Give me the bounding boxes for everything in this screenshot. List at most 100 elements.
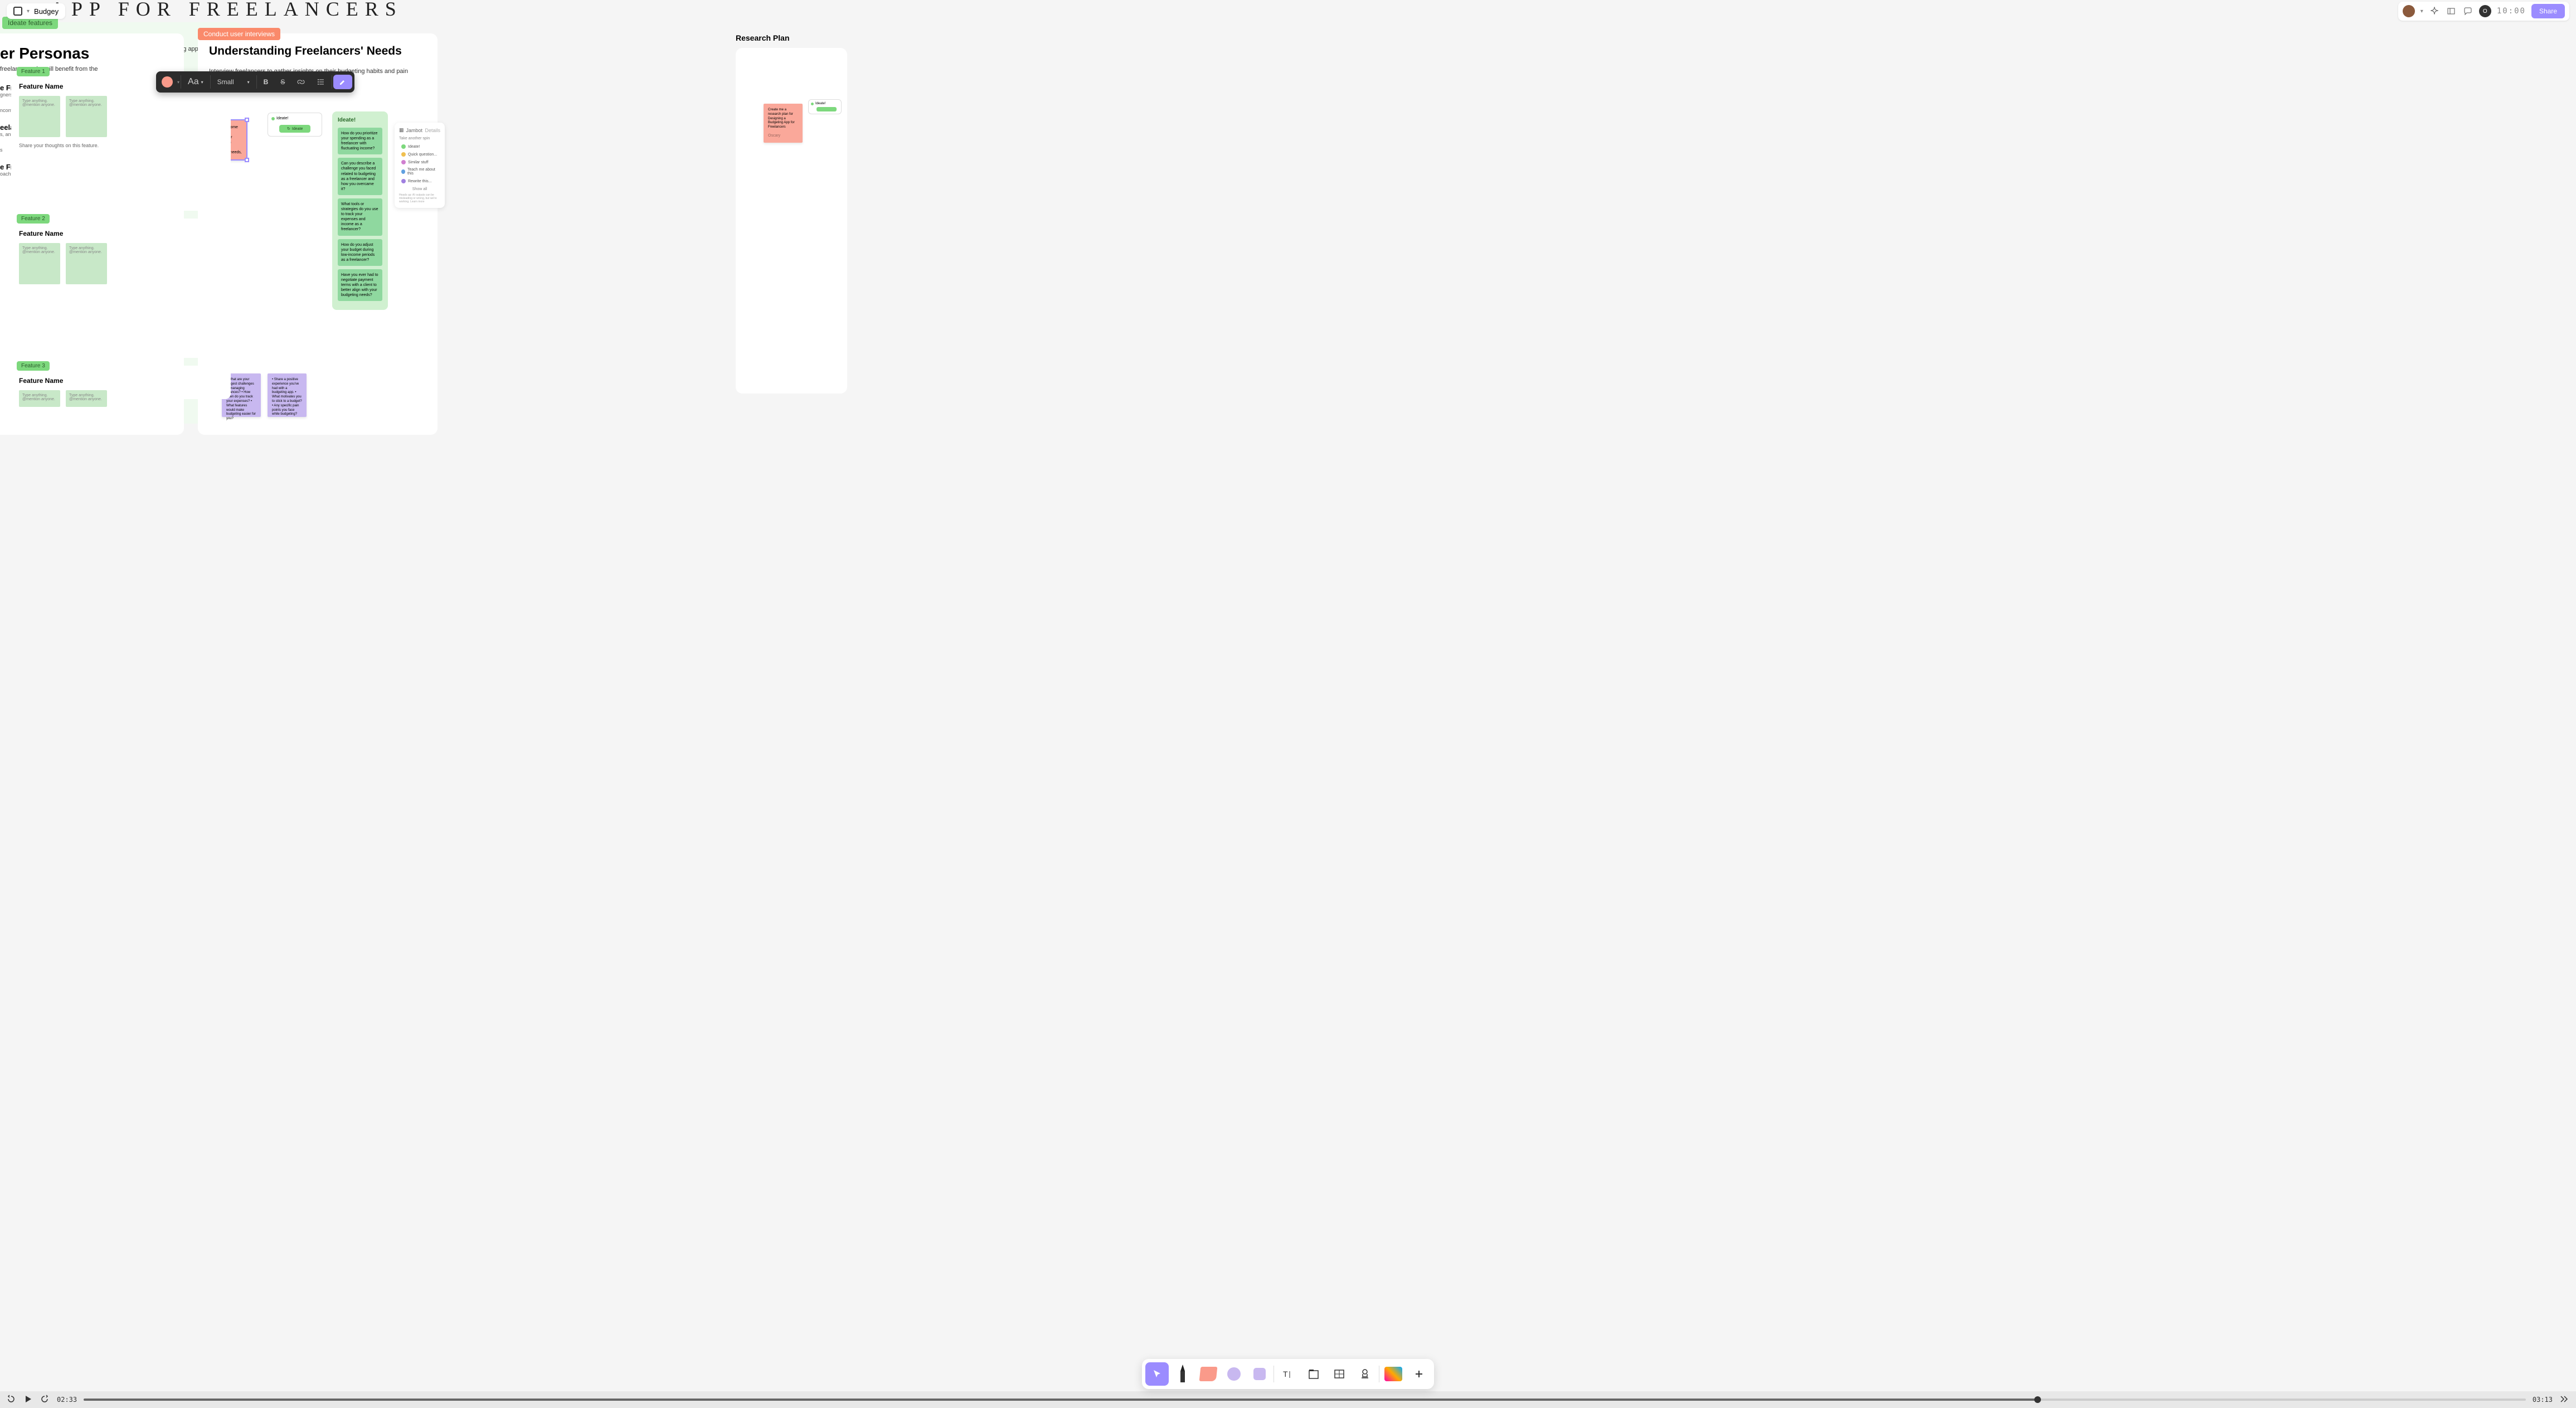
project-selector[interactable]: ▾ Budgey <box>7 3 65 19</box>
share-button[interactable]: Share <box>2531 4 2565 18</box>
color-dot-icon <box>401 169 405 174</box>
jambot-action[interactable]: Quick question... <box>399 150 440 158</box>
ideate-button[interactable] <box>816 107 837 111</box>
list-button[interactable] <box>312 75 330 89</box>
ideate-action-card[interactable]: Ideate! ↻ Ideate <box>268 113 322 137</box>
font-size-selector[interactable]: Small ▾ <box>212 75 255 89</box>
feature-sticky[interactable]: Type anything. @mention anyone. <box>19 96 60 137</box>
shape-tool-square[interactable] <box>1248 1362 1271 1386</box>
ideate-results-card[interactable]: Ideate! How do you prioritize your spend… <box>332 111 388 310</box>
ideate-card-title: Ideate! <box>338 117 382 123</box>
feature-name[interactable]: Feature Name <box>19 230 223 237</box>
feature-sticky[interactable]: Type anything. @mention anyone. <box>66 243 107 284</box>
bold-button[interactable]: B <box>258 75 274 89</box>
color-dot-icon <box>401 144 406 149</box>
resize-handle-se[interactable] <box>245 158 249 162</box>
forward-button[interactable] <box>40 1395 50 1405</box>
link-button[interactable] <box>291 75 310 89</box>
resize-handle-ne[interactable] <box>245 118 249 122</box>
feature-card[interactable]: Feature 2 Feature Name Type anything. @m… <box>11 219 231 358</box>
circle-shape-icon <box>1227 1367 1241 1381</box>
sticky-tool[interactable] <box>1197 1362 1220 1386</box>
sparkle-icon[interactable] <box>2429 6 2440 17</box>
ideate-action-card[interactable]: Ideate! <box>808 99 842 114</box>
figjam-logo-icon <box>13 7 22 16</box>
feature-card[interactable]: Feature 3 Feature Name Type anything. @m… <box>11 366 231 399</box>
font-style-selector[interactable]: Aa ▾ <box>182 74 209 90</box>
shape-tool[interactable] <box>1222 1362 1246 1386</box>
jambot-title: Jambot <box>406 128 423 133</box>
jambot-disclaimer: Heads up: AI outputs can be misleading o… <box>399 193 440 203</box>
strikethrough-button[interactable]: S <box>275 75 290 89</box>
comment-icon[interactable] <box>2462 6 2473 17</box>
separator <box>210 75 211 89</box>
chevron-down-icon: ▾ <box>201 80 203 85</box>
jambot-action[interactable]: Teach me about this <box>399 166 440 177</box>
sticky-text: Create me a research plan for Designing … <box>768 108 798 130</box>
dot-icon <box>811 103 814 105</box>
jambot-subtitle: Take another spin <box>399 137 440 140</box>
more-tools[interactable] <box>1407 1362 1431 1386</box>
avatar[interactable] <box>2403 5 2415 17</box>
size-value: Small <box>217 78 234 86</box>
feature-sticky[interactable]: Type anything. @mention anyone. <box>66 96 107 137</box>
jambot-action-label: Quick question... <box>408 153 437 157</box>
chevron-down-icon: ▾ <box>27 8 30 14</box>
feature-name[interactable]: Feature Name <box>19 377 223 385</box>
progress-thumb[interactable] <box>2034 1396 2041 1403</box>
chevron-down-icon: ▾ <box>247 80 250 85</box>
jambot-icon: ▦ <box>399 127 404 133</box>
feature-sticky[interactable]: Type anything. @mention anyone. <box>66 390 107 407</box>
ideate-btn-text: Ideate <box>292 127 303 131</box>
user-avatar-2[interactable]: O <box>2479 5 2491 17</box>
skip-button[interactable] <box>2559 1395 2569 1405</box>
personas-heading: er Personas <box>0 45 173 62</box>
feature-sticky[interactable]: Type anything. @mention anyone. <box>19 243 60 284</box>
timer-display[interactable]: 10:00 <box>2497 7 2526 16</box>
rewind-button[interactable] <box>7 1395 17 1405</box>
ideate-button[interactable]: ↻ Ideate <box>279 125 310 133</box>
show-all-link[interactable]: Show all <box>399 187 440 191</box>
research-section: Research Plan Create me a research plan … <box>736 33 847 394</box>
widgets-icon <box>1384 1367 1402 1381</box>
jambot-action[interactable]: Ideate! <box>399 143 440 150</box>
sticky-note[interactable]: Create me a research plan for Designing … <box>764 104 803 143</box>
idea-item[interactable]: Have you ever had to negotiate payment t… <box>338 269 382 301</box>
stamp-tool[interactable] <box>1353 1362 1377 1386</box>
highlight-button[interactable] <box>333 75 352 89</box>
feature-sticky[interactable]: Type anything. @mention anyone. <box>19 390 60 407</box>
table-tool[interactable] <box>1328 1362 1351 1386</box>
jambot-details-link[interactable]: Details <box>425 128 440 133</box>
idea-item[interactable]: What tools or strategies do you use to t… <box>338 198 382 236</box>
text-tool[interactable]: T <box>1276 1362 1300 1386</box>
progress-track[interactable] <box>84 1399 2526 1401</box>
cursor-tool[interactable] <box>1145 1362 1169 1386</box>
color-swatch[interactable] <box>162 76 173 88</box>
project-name: Budgey <box>34 7 59 16</box>
topbar-right: ▾ O 10:00 Share <box>2398 2 2569 21</box>
section-tag[interactable]: Conduct user interviews <box>198 28 280 40</box>
canvas[interactable]: er Personas freelancers who will benefit… <box>0 22 2576 1391</box>
separator <box>256 75 257 89</box>
jambot-action[interactable]: Similar stuff <box>399 158 440 166</box>
progress-fill <box>84 1399 2037 1401</box>
idea-item[interactable]: Can you describe a challenge you faced r… <box>338 158 382 195</box>
jambot-action[interactable]: Rewrite this... <box>399 177 440 185</box>
idea-item[interactable]: How do you prioritize your spending as a… <box>338 128 382 154</box>
play-button[interactable] <box>23 1395 33 1405</box>
refresh-icon: ↻ <box>287 127 290 131</box>
chevron-down-icon[interactable]: ▾ <box>177 80 179 85</box>
widgets-tool[interactable] <box>1382 1362 1405 1386</box>
section-tool[interactable] <box>1302 1362 1325 1386</box>
color-dot-icon <box>401 152 406 157</box>
font-icon: Aa <box>188 77 199 87</box>
dot-icon <box>271 117 275 120</box>
sticky-note[interactable]: • Share a positive experience you've had… <box>268 373 307 417</box>
panel-icon[interactable] <box>2446 6 2457 17</box>
total-time: 03:13 <box>2533 1396 2553 1404</box>
avatar-chevron-icon[interactable]: ▾ <box>2421 8 2423 14</box>
sticky-author: Oscary <box>768 133 798 138</box>
idea-item[interactable]: How do you adjust your budget during low… <box>338 239 382 266</box>
ideate-label-text: Ideate! <box>276 116 288 120</box>
pen-tool[interactable] <box>1171 1362 1194 1386</box>
